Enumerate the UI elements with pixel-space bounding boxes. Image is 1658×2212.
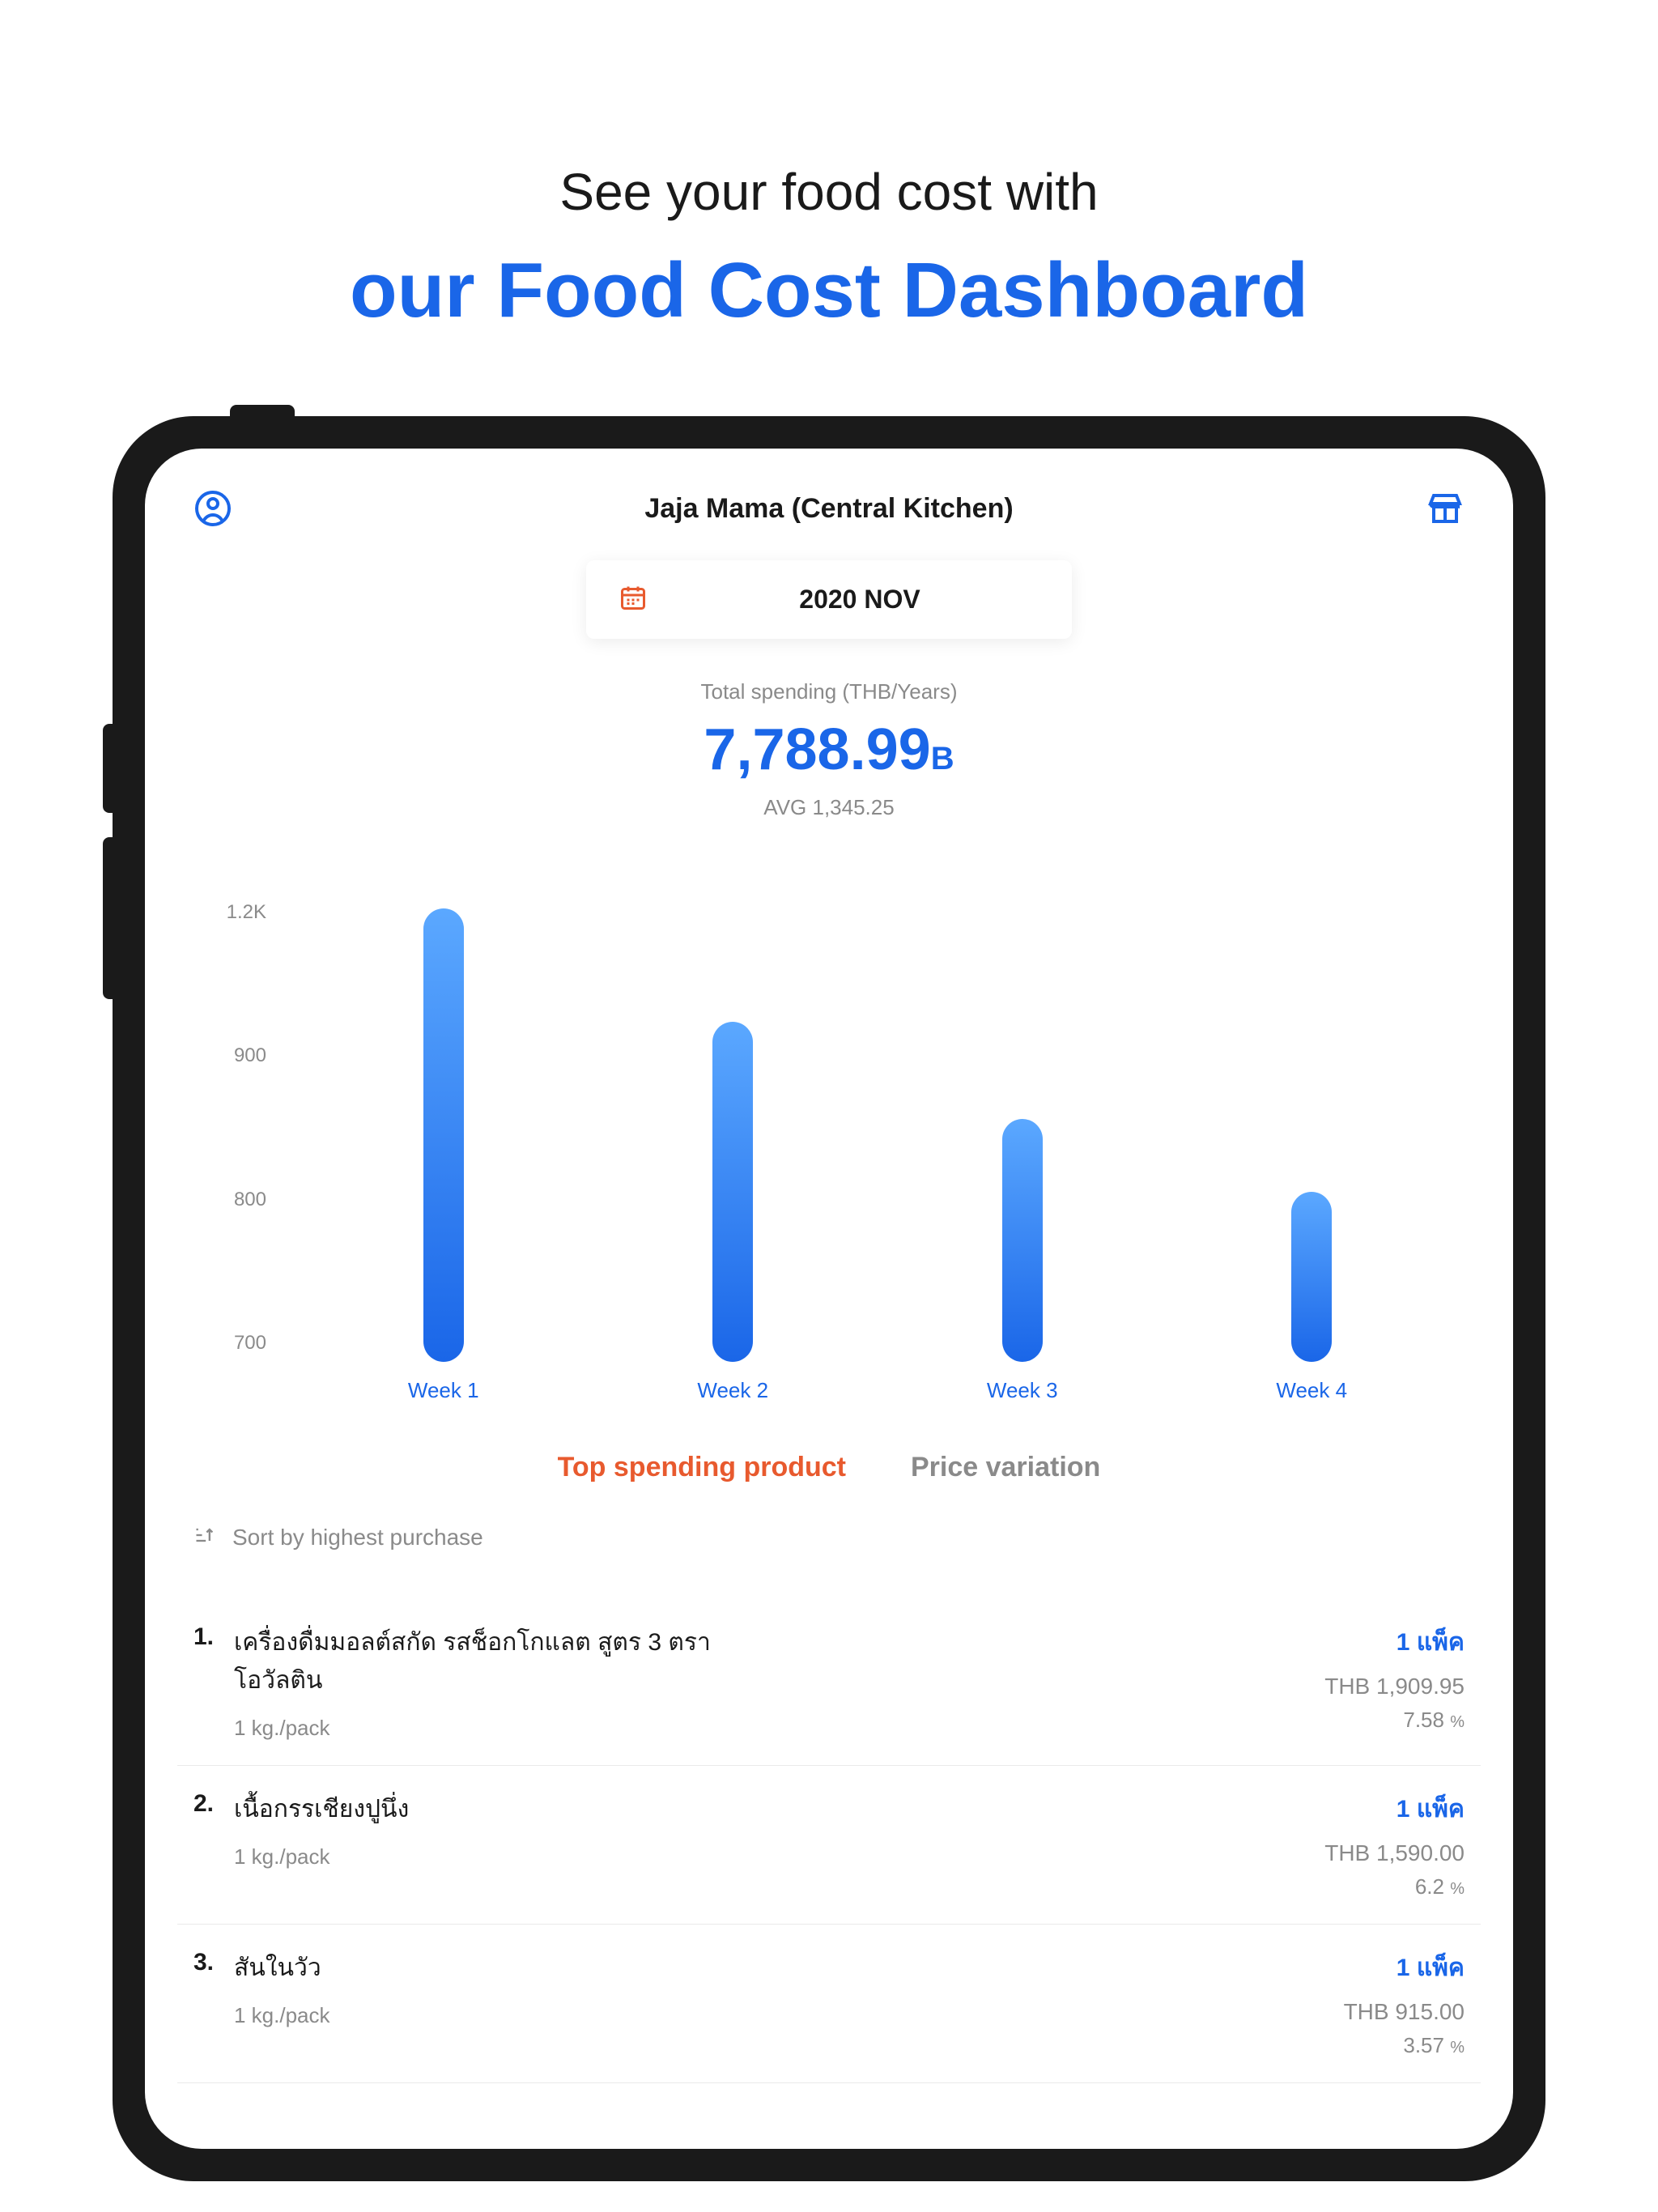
bar-label: Week 2 <box>697 1378 768 1403</box>
y-tick: 800 <box>202 1189 266 1211</box>
sort-label: Sort by highest purchase <box>232 1525 483 1551</box>
item-right: 1 แพ็ค THB 915.00 3.57 % <box>1344 1949 1465 2058</box>
bar-chart: 1.2K 900 800 700 Week 1 Week 2 Week 3 <box>177 901 1481 1403</box>
bar-group: Week 1 <box>408 908 479 1403</box>
bars-area: Week 1 Week 2 Week 3 Week 4 <box>299 901 1456 1403</box>
bar-week3[interactable] <box>1002 1119 1043 1362</box>
item-pct: 3.57 % <box>1344 2033 1465 2058</box>
calendar-icon <box>619 583 648 616</box>
item-pct: 6.2 % <box>1324 1874 1465 1899</box>
bar-group: Week 2 <box>697 1022 768 1403</box>
item-price: THB 1,909.95 <box>1324 1674 1465 1699</box>
item-number: 2. <box>193 1790 218 1818</box>
bar-group: Week 3 <box>987 1119 1058 1403</box>
sort-icon <box>193 1524 216 1551</box>
tablet-side-button <box>103 837 113 999</box>
bar-week1[interactable] <box>423 908 464 1362</box>
item-name: เนื้อกรรเชียงปูนึ่ง <box>234 1790 720 1828</box>
y-axis: 1.2K 900 800 700 <box>202 901 266 1403</box>
item-info: เนื้อกรรเชียงปูนึ่ง 1 kg./pack <box>234 1790 1308 1870</box>
product-list: 1. เครื่องดื่มมอลต์สกัด รสช็อกโกแลต สูตร… <box>177 1599 1481 2083</box>
y-tick: 1.2K <box>202 901 266 924</box>
bar-group: Week 4 <box>1276 1192 1347 1403</box>
list-item[interactable]: 1. เครื่องดื่มมอลต์สกัด รสช็อกโกแลต สูตร… <box>177 1599 1481 1766</box>
promo-line2: our Food Cost Dashboard <box>0 246 1658 335</box>
spending-label: Total spending (THB/Years) <box>177 679 1481 704</box>
profile-icon[interactable] <box>193 489 232 528</box>
item-name: เครื่องดื่มมอลต์สกัด รสช็อกโกแลต สูตร 3 … <box>234 1623 720 1699</box>
item-info: เครื่องดื่มมอลต์สกัด รสช็อกโกแลต สูตร 3 … <box>234 1623 1308 1741</box>
item-unit: 1 kg./pack <box>234 1844 1308 1870</box>
item-price: THB 1,590.00 <box>1324 1840 1465 1866</box>
list-item[interactable]: 2. เนื้อกรรเชียงปูนึ่ง 1 kg./pack 1 แพ็ค… <box>177 1766 1481 1925</box>
item-number: 3. <box>193 1949 218 1976</box>
item-qty: 1 แพ็ค <box>1344 1949 1465 1987</box>
promo-heading: See your food cost with our Food Cost Da… <box>0 0 1658 416</box>
item-right: 1 แพ็ค THB 1,909.95 7.58 % <box>1324 1623 1465 1733</box>
spending-currency: B <box>931 741 954 776</box>
item-info: สันในวัว 1 kg./pack <box>234 1949 1328 2028</box>
item-qty: 1 แพ็ค <box>1324 1790 1465 1828</box>
tablet-frame: Jaja Mama (Central Kitchen) <box>113 416 1545 2181</box>
bar-label: Week 3 <box>987 1378 1058 1403</box>
tab-top-spending[interactable]: Top spending product <box>558 1452 846 1483</box>
item-number: 1. <box>193 1623 218 1651</box>
tabs: Top spending product Price variation <box>177 1452 1481 1483</box>
item-name: สันในวัว <box>234 1949 720 1987</box>
restaurant-title: Jaja Mama (Central Kitchen) <box>644 493 1013 525</box>
list-item[interactable]: 3. สันในวัว 1 kg./pack 1 แพ็ค THB 915.00… <box>177 1925 1481 2083</box>
spending-summary: Total spending (THB/Years) 7,788.99B AVG… <box>177 679 1481 820</box>
bar-week2[interactable] <box>712 1022 753 1362</box>
app-screen: Jaja Mama (Central Kitchen) <box>145 449 1513 2149</box>
top-bar: Jaja Mama (Central Kitchen) <box>177 489 1481 528</box>
item-qty: 1 แพ็ค <box>1324 1623 1465 1661</box>
spending-amount-value: 7,788.99 <box>704 717 930 782</box>
item-right: 1 แพ็ค THB 1,590.00 6.2 % <box>1324 1790 1465 1899</box>
date-label: 2020 NOV <box>680 585 1039 615</box>
y-tick: 900 <box>202 1044 266 1067</box>
y-tick: 700 <box>202 1332 266 1355</box>
bar-label: Week 4 <box>1276 1378 1347 1403</box>
item-unit: 1 kg./pack <box>234 2003 1328 2028</box>
bar-week4[interactable] <box>1291 1192 1332 1362</box>
sort-control[interactable]: Sort by highest purchase <box>177 1524 1481 1551</box>
spending-amount: 7,788.99B <box>177 717 1481 783</box>
item-price: THB 915.00 <box>1344 1999 1465 2025</box>
bar-label: Week 1 <box>408 1378 479 1403</box>
item-pct: 7.58 % <box>1324 1708 1465 1733</box>
item-unit: 1 kg./pack <box>234 1716 1308 1741</box>
promo-line1: See your food cost with <box>0 162 1658 222</box>
spending-avg: AVG 1,345.25 <box>177 795 1481 820</box>
tablet-side-button <box>103 724 113 813</box>
tab-price-variation[interactable]: Price variation <box>911 1452 1100 1483</box>
date-selector[interactable]: 2020 NOV <box>586 560 1072 639</box>
store-icon[interactable] <box>1426 489 1465 528</box>
